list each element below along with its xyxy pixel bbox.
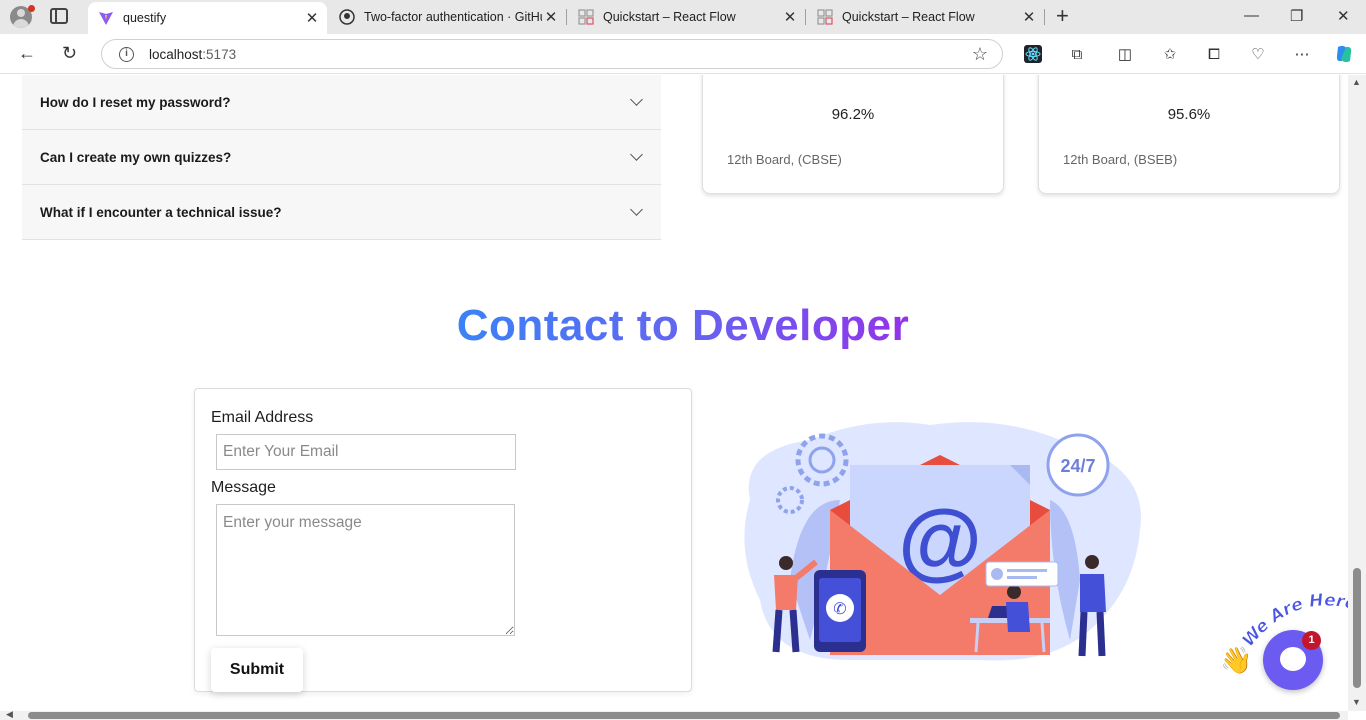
- tab-title: Two-factor authentication · GitHub: [364, 10, 542, 24]
- copilot-icon[interactable]: [1334, 44, 1354, 64]
- contact-heading: Contact to Developer: [456, 301, 910, 350]
- tab-close-icon[interactable]: ✕: [1020, 8, 1038, 26]
- message-textarea[interactable]: [216, 504, 515, 636]
- split-screen-icon[interactable]: ◫: [1115, 44, 1135, 64]
- chat-card-icon: [985, 561, 1059, 587]
- faq-item[interactable]: What if I encounter a technical issue?: [22, 185, 661, 240]
- score-board-label: 12th Board, (BSEB): [1063, 152, 1178, 167]
- phone-icon: ✆: [814, 570, 866, 652]
- favorites-icon[interactable]: ✩: [1160, 44, 1180, 64]
- chevron-down-icon: [630, 93, 643, 106]
- tab-react-flow-2[interactable]: Quickstart – React Flow ✕: [807, 0, 1044, 34]
- tab-react-flow-1[interactable]: Quickstart – React Flow ✕: [568, 0, 805, 34]
- tab-separator: [805, 9, 806, 25]
- browser-tab-bar: questify ✕ Two-factor authentication · G…: [0, 0, 1366, 34]
- scroll-down-arrow-icon[interactable]: ▼: [1352, 697, 1361, 707]
- react-devtools-icon[interactable]: [1023, 44, 1043, 64]
- tab-close-icon[interactable]: ✕: [303, 9, 321, 27]
- tab-actions-icon[interactable]: [50, 8, 68, 24]
- reload-icon[interactable]: ↻: [62, 43, 77, 64]
- contact-form: Email Address Message Submit: [194, 388, 692, 692]
- email-input[interactable]: [216, 434, 516, 470]
- waving-hand-icon: 👋: [1220, 645, 1253, 675]
- url-text[interactable]: localhost:5173: [149, 47, 236, 62]
- react-flow-favicon-icon: [817, 9, 833, 25]
- tab-questify[interactable]: questify ✕: [88, 2, 327, 34]
- faq-item[interactable]: Can I create my own quizzes?: [22, 130, 661, 185]
- tab-title: Quickstart – React Flow: [603, 10, 736, 24]
- favorite-star-icon[interactable]: ☆: [972, 44, 988, 65]
- tab-close-icon[interactable]: ✕: [781, 8, 799, 26]
- faq-question: How do I reset my password?: [40, 94, 231, 110]
- collections-icon[interactable]: ⧠: [1204, 44, 1224, 64]
- profile-notification-dot: [28, 5, 35, 12]
- faq-accordion: How do I reset my password? Can I create…: [22, 75, 661, 240]
- minimize-icon[interactable]: —: [1244, 7, 1259, 24]
- clock-24-7-icon: 24/7: [1046, 433, 1110, 497]
- scroll-left-arrow-icon[interactable]: ◀: [6, 709, 13, 720]
- tab-separator: [1044, 9, 1045, 25]
- chevron-down-icon: [630, 203, 643, 216]
- score-card-bseb: 95.6% 12th Board, (BSEB): [1038, 75, 1340, 194]
- back-arrow-icon[interactable]: ←: [18, 43, 36, 64]
- url-input[interactable]: i localhost:5173 ☆: [101, 39, 1003, 69]
- unread-badge: 1: [1302, 631, 1321, 650]
- address-bar: ← ↻ i localhost:5173 ☆ ⧉ ◫ ✩ ⧠ ♡ ⋯: [0, 34, 1366, 74]
- contact-illustration: 24/7 @ ✆: [744, 422, 1141, 661]
- faq-question: What if I encounter a technical issue?: [40, 204, 282, 220]
- react-flow-favicon-icon: [578, 9, 594, 25]
- vertical-scrollbar[interactable]: ▲ ▼: [1348, 75, 1366, 711]
- tab-title: Quickstart – React Flow: [842, 10, 975, 24]
- restore-icon[interactable]: ❐: [1290, 7, 1303, 25]
- close-window-icon[interactable]: ✕: [1337, 7, 1350, 25]
- browser-essentials-icon[interactable]: ♡: [1248, 44, 1268, 64]
- score-board-label: 12th Board, (CBSE): [727, 152, 842, 167]
- horizontal-scroll-thumb[interactable]: [28, 712, 1340, 719]
- horizontal-scrollbar[interactable]: ◀: [0, 709, 1348, 720]
- score-percentage: 95.6%: [1167, 106, 1211, 123]
- tab-separator: [566, 9, 567, 25]
- github-favicon-icon: [339, 9, 355, 25]
- page-content: How do I reset my password? Can I create…: [0, 75, 1366, 720]
- vertical-scroll-thumb[interactable]: [1353, 568, 1361, 688]
- extensions-puzzle-icon[interactable]: ⧉: [1067, 44, 1087, 64]
- faq-question: Can I create my own quizzes?: [40, 149, 232, 165]
- email-label: Email Address: [211, 409, 314, 426]
- score-percentage: 96.2%: [831, 106, 875, 123]
- more-menu-icon[interactable]: ⋯: [1292, 44, 1312, 64]
- new-tab-icon[interactable]: +: [1056, 5, 1069, 27]
- faq-item[interactable]: How do I reset my password?: [22, 75, 661, 130]
- svg-text:✆: ✆: [833, 599, 846, 618]
- scroll-up-arrow-icon[interactable]: ▲: [1352, 77, 1361, 87]
- tab-title: questify: [123, 11, 167, 25]
- score-card-cbse: 96.2% 12th Board, (CBSE): [702, 75, 1004, 194]
- chevron-down-icon: [630, 148, 643, 161]
- tab-close-icon[interactable]: ✕: [542, 8, 560, 26]
- message-label: Message: [211, 479, 276, 496]
- site-info-icon[interactable]: i: [119, 47, 134, 62]
- clock-24-7-text: 24/7: [1060, 456, 1095, 476]
- tab-github[interactable]: Two-factor authentication · GitHub ✕: [329, 0, 566, 34]
- vite-favicon-icon: [99, 12, 113, 25]
- submit-button[interactable]: Submit: [211, 648, 303, 692]
- chat-widget[interactable]: We Are Here! 👋 1: [1220, 593, 1366, 693]
